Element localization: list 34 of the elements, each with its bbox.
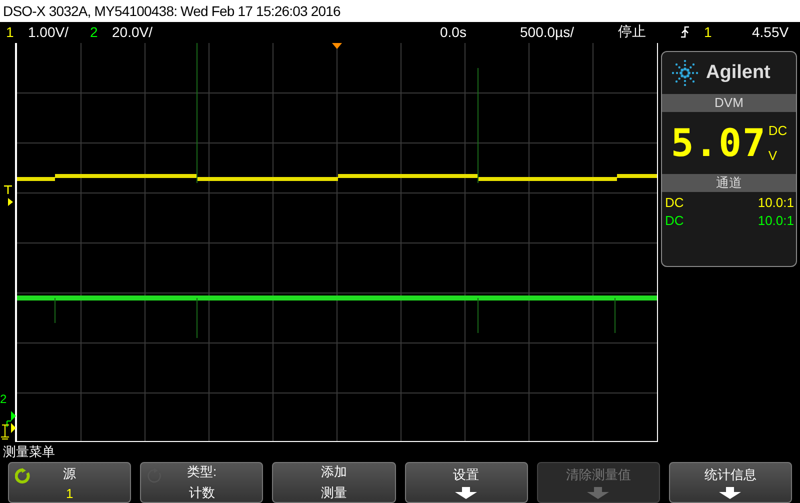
softkey[interactable]: 统计信息 <box>668 462 792 503</box>
channel-scale: 1.00V/ <box>28 24 70 40</box>
softkey[interactable]: 设置 <box>404 462 528 503</box>
probe-ratio: 10.0:1 <box>758 195 794 210</box>
channel-scale: 20.0V/ <box>112 24 154 40</box>
timebase: 500.0µs/ <box>520 24 575 40</box>
section-header: DVM <box>662 94 796 112</box>
ground-marker-label: 2 <box>0 393 7 405</box>
down-arrow-icon <box>587 487 610 499</box>
trigger-level: 4.55V <box>752 24 790 40</box>
time-offset: 0.0s <box>440 24 468 40</box>
unit-label: V <box>768 148 778 163</box>
section-header: 通道 <box>662 174 796 192</box>
trigger-channel: 1 <box>704 24 713 40</box>
channel-coupling: DC <box>665 213 684 228</box>
softkey[interactable]: 类型: 计数 <box>140 462 264 503</box>
channel-number: 1 <box>6 24 15 40</box>
trigger-position-icon <box>332 43 342 49</box>
softkey[interactable]: 添加 测量 <box>272 462 396 503</box>
coupling-label: DC <box>768 123 788 138</box>
probe-ratio: 10.0:1 <box>758 213 794 228</box>
dvm-reading: 5.07 <box>670 121 766 165</box>
menu-title: 测量菜单 <box>3 443 55 461</box>
channel-coupling: DC <box>665 195 684 210</box>
softkey[interactable]: 源 1 <box>8 462 132 503</box>
channel-number: 2 <box>90 24 99 40</box>
brand-name: Agilent <box>706 62 770 84</box>
window-title: DSO-X 3032A, MY54100438: Wed Feb 17 15:26:03 2016 <box>3 3 340 19</box>
down-arrow-icon <box>455 487 478 499</box>
rising-edge-icon <box>680 25 690 39</box>
down-arrow-icon <box>719 487 742 499</box>
run-state: 停止 <box>618 23 647 41</box>
trigger-level-marker-icon <box>2 185 14 209</box>
spark-logo-icon <box>672 60 698 86</box>
